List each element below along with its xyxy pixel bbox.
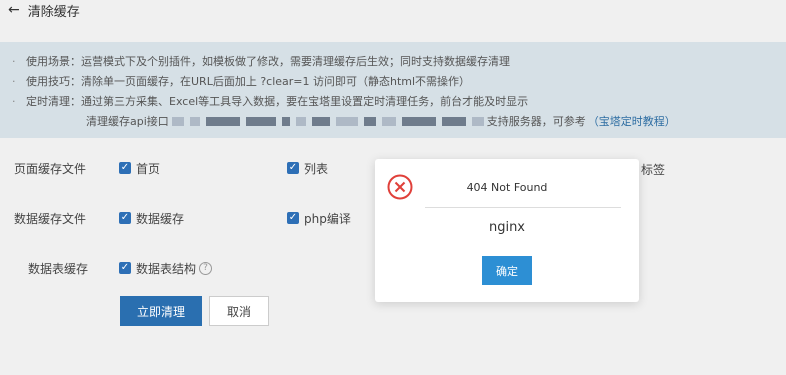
data-cache-label: 数据缓存文件 — [14, 211, 87, 226]
checkbox-home[interactable]: ✓ 首页 — [119, 160, 160, 177]
checkbox-label: 数据表结构 — [136, 261, 197, 276]
confirm-button[interactable]: 确定 — [482, 256, 532, 285]
checkbox-label: 列表 — [304, 161, 329, 176]
tip-prefix: 使用场景： — [26, 55, 81, 68]
tip-line-schedule: · 定时清理： 通过第三方采集、Excel等工具导入数据，要在宝塔里设置定时清理… — [12, 91, 786, 111]
page-header: ← 清除缓存 — [0, 0, 786, 20]
checkbox-checked-icon: ✓ — [119, 162, 131, 174]
bullet-icon: · — [12, 74, 16, 88]
tip-text: 清除单一页面缓存，在URL后面加上 ?clear=1 访问即可（静态html不需… — [81, 75, 471, 88]
back-arrow-icon[interactable]: ← — [8, 2, 20, 18]
checkbox-checked-icon: ✓ — [287, 162, 299, 174]
tips-panel: · 使用场景： 运营模式下及个别插件，如模板做了修改，需要清理缓存后生效；同时支… — [0, 42, 786, 138]
tip-api-suffix: 支持服务器，可参考 — [486, 115, 586, 128]
checkbox-label: php编译 — [304, 211, 351, 226]
clear-now-button[interactable]: 立即清理 — [120, 296, 202, 326]
error-dialog: 404 Not Found nginx 确定 — [375, 159, 639, 302]
checkbox-list[interactable]: ✓ 列表 — [287, 160, 328, 177]
tip-api-label: 清理缓存api接口 — [86, 115, 169, 128]
checkbox-table-structure[interactable]: ✓ 数据表结构 ? — [119, 260, 213, 277]
tip-text: 运营模式下及个别插件，如模板做了修改，需要清理缓存后生效；同时支持数据缓存清理 — [81, 55, 510, 68]
tip-line-scene: · 使用场景： 运营模式下及个别插件，如模板做了修改，需要清理缓存后生效；同时支… — [12, 51, 786, 71]
checkbox-checked-icon: ✓ — [287, 212, 299, 224]
tip-text: 通过第三方采集、Excel等工具导入数据，要在宝塔里设置定时清理任务，前台才能及… — [81, 95, 529, 108]
tip-prefix: 定时清理： — [26, 95, 81, 108]
page-title: 清除缓存 — [27, 4, 80, 20]
bullet-icon: · — [12, 94, 16, 108]
table-cache-label: 数据表缓存 — [28, 261, 89, 276]
dialog-title: 404 Not Found — [466, 181, 548, 194]
checkbox-label: 数据缓存 — [136, 211, 185, 226]
checkbox-checked-icon: ✓ — [119, 212, 131, 224]
help-circle-icon[interactable]: ? — [199, 261, 213, 275]
tip-line-api: 清理缓存api接口 支持服务器，可参考 （宝塔定时教程） — [12, 111, 786, 131]
checkbox-label: 首页 — [136, 161, 161, 176]
checkbox-php-compile[interactable]: ✓ php编译 — [287, 210, 351, 227]
baota-tutorial-link[interactable]: （宝塔定时教程） — [588, 113, 676, 129]
checkbox-checked-icon: ✓ — [119, 262, 131, 274]
dialog-message: nginx — [488, 220, 526, 235]
cancel-button[interactable]: 取消 — [209, 296, 269, 326]
page-cache-label: 页面缓存文件 — [14, 161, 87, 176]
tip-prefix: 使用技巧： — [26, 75, 81, 88]
checkbox-tag-label: 标签 — [641, 163, 666, 177]
checkbox-data-cache[interactable]: ✓ 数据缓存 — [119, 210, 184, 227]
redacted-url — [169, 115, 487, 128]
bullet-icon: · — [12, 54, 16, 68]
dialog-divider — [425, 207, 621, 208]
tip-line-trick: · 使用技巧： 清除单一页面缓存，在URL后面加上 ?clear=1 访问即可（… — [12, 71, 786, 91]
